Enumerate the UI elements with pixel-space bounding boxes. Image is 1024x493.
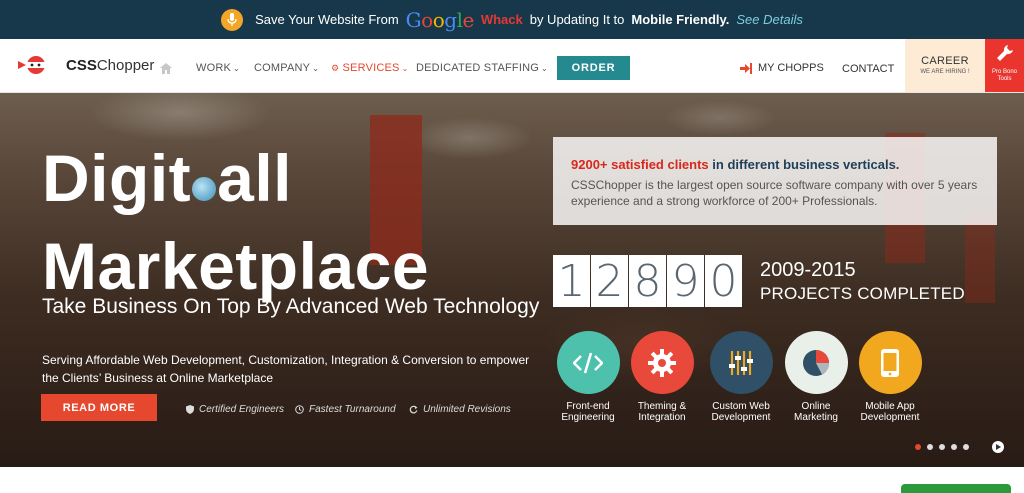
projects-counter: 1 2 8 9 0 (553, 255, 743, 307)
gear-icon (630, 331, 694, 394)
pie-chart-icon (784, 331, 848, 394)
slider-dot[interactable] (927, 444, 933, 450)
banner-whack: Whack (480, 12, 523, 27)
nav-work[interactable]: WORK ⌄ (196, 62, 240, 74)
play-icon[interactable] (992, 441, 1004, 453)
nav-services[interactable]: ⚙ SERVICES ⌄ (331, 62, 408, 74)
clock-icon (295, 405, 304, 414)
nav-company[interactable]: COMPANY ⌄ (254, 62, 319, 74)
chevron-down-icon: ⌄ (401, 64, 409, 73)
sign-in-icon (740, 62, 752, 74)
projects-label: PROJECTS COMPLETED (760, 284, 965, 303)
slider-pagination (915, 444, 969, 450)
chevron-down-icon: ⌄ (233, 64, 240, 73)
company-description: CSSChopper is the largest open source so… (571, 178, 978, 208)
service-frontend[interactable]: Front-end Engineering (552, 331, 624, 423)
code-icon (556, 331, 620, 394)
see-details-link[interactable]: See Details (736, 12, 802, 27)
counter-digit: 1 (553, 255, 590, 307)
logo-text: CSSChopper (66, 56, 155, 74)
globe-icon (192, 177, 217, 201)
feature-certified: Certified Engineers (186, 404, 284, 415)
service-online-marketing[interactable]: Online Marketing (780, 331, 852, 423)
service-custom-web[interactable]: Custom Web Development (705, 331, 777, 423)
hero-subtitle: Take Business On Top By Advanced Web Tec… (42, 295, 540, 318)
chat-tab[interactable] (901, 484, 1011, 493)
years-range: 2009-2015 (760, 259, 856, 281)
wrench-icon (996, 45, 1013, 61)
clients-count: 9200+ satisfied clients (571, 157, 709, 172)
sliders-icon (709, 331, 773, 394)
hero-slider: Digit all Marketplace Take Business On To… (0, 93, 1024, 467)
order-button[interactable]: ORDER (557, 56, 630, 80)
microphone-icon (221, 8, 244, 31)
shield-icon (186, 405, 194, 414)
slider-dot[interactable] (915, 444, 921, 450)
clients-info-box: 9200+ satisfied clients in different bus… (553, 137, 997, 225)
contact-link[interactable]: CONTACT (842, 63, 894, 75)
counter-digit: 9 (667, 255, 704, 307)
pro-bono-tools-button[interactable]: Pro Bono Tools (985, 39, 1024, 92)
promo-banner: Save Your Website From Google Whack by U… (0, 0, 1024, 39)
banner-middle: by Updating It to (529, 12, 625, 27)
chevron-down-icon: ⌄ (540, 64, 548, 73)
site-logo[interactable]: CSSChopper (16, 55, 154, 75)
chevron-down-icon: ⌄ (312, 64, 320, 73)
hero-headline: Digit all Marketplace (42, 141, 430, 303)
slider-dot[interactable] (939, 444, 945, 450)
google-logo: Google (405, 7, 475, 32)
counter-digit: 8 (629, 255, 666, 307)
home-icon[interactable] (160, 61, 172, 79)
gear-icon: ⚙ (331, 63, 340, 73)
service-mobile-app[interactable]: Mobile App Development (854, 331, 926, 423)
slider-dot[interactable] (963, 444, 969, 450)
main-nav: CSSChopper WORK ⌄ COMPANY ⌄ ⚙ SERVICES ⌄ DE… (0, 39, 1024, 93)
feature-turnaround: Fastest Turnaround (295, 404, 396, 415)
hero-description: Serving Affordable Web Development, Cust… (42, 353, 530, 385)
my-chopps-link[interactable]: MY CHOPPS (740, 62, 824, 74)
career-button[interactable]: CAREER WE ARE HIRING ! (905, 39, 985, 92)
ninja-logo-icon (18, 56, 45, 74)
nav-dedicated-staffing[interactable]: DEDICATED STAFFING ⌄ (416, 62, 548, 74)
banner-prefix: Save Your Website From (255, 12, 399, 27)
banner-bold: Mobile Friendly. (631, 12, 730, 27)
slider-dot[interactable] (951, 444, 957, 450)
counter-digit: 2 (591, 255, 628, 307)
service-theming[interactable]: Theming & Integration (626, 331, 698, 423)
refresh-icon (409, 405, 418, 414)
read-more-button[interactable]: READ MORE (41, 394, 157, 421)
counter-digit: 0 (705, 255, 742, 307)
mobile-phone-icon (858, 331, 922, 394)
feature-revisions: Unlimited Revisions (409, 404, 511, 415)
